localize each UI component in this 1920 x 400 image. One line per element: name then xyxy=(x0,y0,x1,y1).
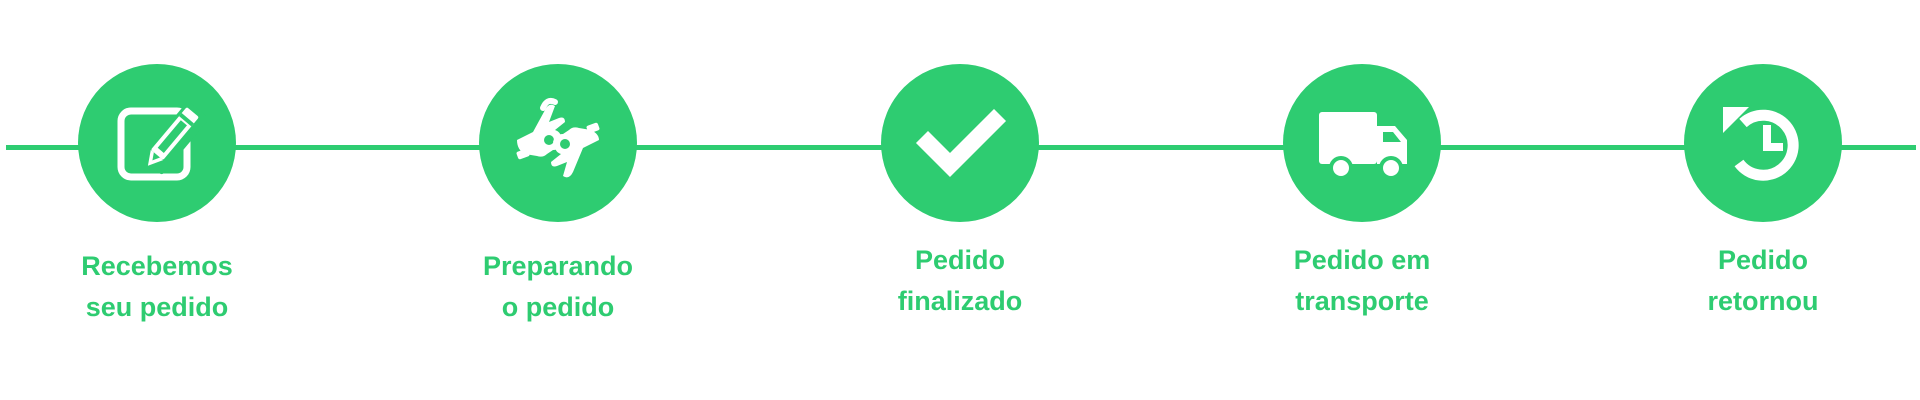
step-finished-label-line2: finalizado xyxy=(897,286,1023,316)
step-received: Recebemos seu pedido xyxy=(78,64,236,324)
step-in-transit: Pedido em transporte xyxy=(1283,64,1441,324)
step-in-transit-label-line1: Pedido em xyxy=(1293,245,1431,275)
step-returned-circle xyxy=(1684,64,1842,222)
checkmark-icon xyxy=(915,108,1007,178)
sign-language-icon xyxy=(516,97,600,178)
step-preparing-label-line2: o pedido xyxy=(501,292,615,322)
step-finished-circle xyxy=(881,64,1039,222)
step-preparing-label-line1: Preparando xyxy=(482,251,634,281)
step-received-label: Recebemos seu pedido xyxy=(38,246,276,328)
step-in-transit-label: Pedido em transporte xyxy=(1243,240,1481,322)
step-returned-label: Pedido retornou xyxy=(1644,240,1882,322)
truck-icon xyxy=(1319,112,1407,180)
step-preparing-label: Preparando o pedido xyxy=(439,246,677,328)
step-returned-label-line1: Pedido xyxy=(1717,245,1808,275)
step-received-circle xyxy=(78,64,236,222)
order-tracking-timeline: Recebemos seu pedido Preparando o pedido xyxy=(0,0,1920,400)
history-icon xyxy=(1723,107,1799,181)
step-received-label-line2: seu pedido xyxy=(85,292,229,322)
step-in-transit-label-line2: transporte xyxy=(1295,286,1429,316)
step-preparing: Preparando o pedido xyxy=(479,64,637,324)
step-finished-label-line1: Pedido xyxy=(914,245,1005,275)
edit-icon xyxy=(117,101,207,181)
step-finished: Pedido finalizado xyxy=(881,64,1039,324)
step-returned-label-line2: retornou xyxy=(1707,286,1819,316)
step-received-label-line1: Recebemos xyxy=(81,251,233,281)
step-in-transit-circle xyxy=(1283,64,1441,222)
step-preparing-circle xyxy=(479,64,637,222)
step-finished-label: Pedido finalizado xyxy=(841,240,1079,322)
step-returned: Pedido retornou xyxy=(1684,64,1842,324)
